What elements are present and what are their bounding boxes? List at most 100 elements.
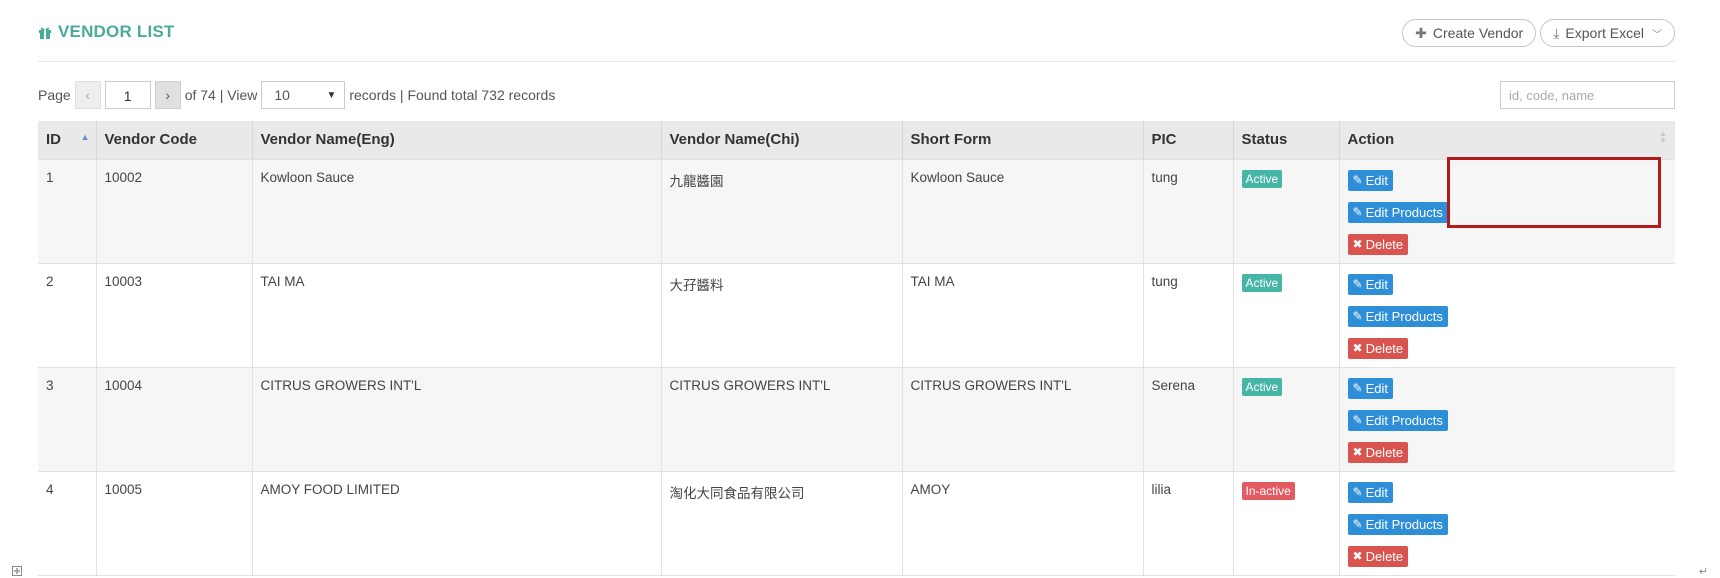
column-header-short-form[interactable]: Short Form (901, 121, 1143, 159)
chevron-down-icon: ﹀ (1652, 29, 1662, 41)
cell-short-form: AMOY (901, 470, 1143, 576)
edit-button[interactable]: ✎ Edit (1347, 169, 1393, 191)
status-badge: Active (1241, 377, 1283, 396)
export-excel-label: Export Excel (1565, 25, 1644, 41)
pencil-icon: ✎ (1352, 277, 1363, 291)
cell-vendor-name-eng: Kowloon Sauce (251, 158, 661, 263)
cell-pic: tung (1142, 262, 1233, 367)
table-header-row: ID ▲ Vendor Code Vendor Name(Eng) Vendor … (38, 121, 1675, 159)
prev-page-button[interactable]: ‹ (74, 81, 101, 109)
chevron-left-icon: ‹ (85, 87, 91, 103)
column-header-status[interactable]: Status (1232, 121, 1339, 159)
cell-action: ✎ Edit ✎ Edit Products ✖ Delete (1338, 366, 1675, 471)
cell-vendor-name-chi: 九龍醬園 (660, 158, 902, 263)
column-header-action[interactable]: Action ▲ ▼ (1338, 121, 1675, 159)
column-header-id[interactable]: ID ▲ (38, 121, 96, 159)
close-icon: ✖ (1352, 549, 1363, 563)
records-summary: records | Found total 732 records (349, 87, 556, 103)
page-title: VENDOR LIST (58, 22, 175, 41)
page-header: VENDOR LIST (38, 22, 175, 42)
column-header-pic[interactable]: PIC (1142, 121, 1233, 159)
pencil-icon: ✎ (1352, 205, 1363, 219)
cell-short-form: TAI MA (901, 262, 1143, 367)
edit-products-button[interactable]: ✎ Edit Products (1347, 305, 1448, 327)
edit-products-button[interactable]: ✎ Edit Products (1347, 201, 1448, 223)
pagination-bar: Page ‹ › of 74 | View 10 ▼ records | Fou… (38, 81, 555, 109)
cell-action: ✎ Edit ✎ Edit Products ✖ Delete (1338, 470, 1675, 576)
status-badge: Active (1241, 273, 1283, 292)
table-row: 3 10004 CITRUS GROWERS INT'L CITRUS GROW… (38, 366, 1675, 471)
cell-id: 1 (38, 158, 96, 263)
cell-vendor-code: 10005 (95, 470, 252, 576)
return-arrow-icon: ↵ (1698, 566, 1708, 578)
delete-button[interactable]: ✖ Delete (1347, 337, 1409, 359)
cell-vendor-name-chi: CITRUS GROWERS INT'L (660, 366, 902, 471)
create-vendor-label: Create Vendor (1432, 25, 1524, 41)
cell-vendor-code: 10002 (95, 158, 252, 263)
cell-status: Active (1232, 262, 1339, 367)
cell-status: Active (1232, 366, 1339, 471)
pencil-icon: ✎ (1352, 309, 1363, 323)
pencil-icon: ✎ (1352, 173, 1363, 187)
cell-id: 3 (38, 366, 96, 471)
cell-id: 4 (38, 470, 96, 576)
table-row: 4 10005 AMOY FOOD LIMITED 淘化大同食品有限公司 AMO… (38, 470, 1675, 576)
pencil-icon: ✎ (1352, 413, 1363, 427)
page-size-select[interactable]: 10 ▼ (261, 81, 346, 109)
vendor-table: ID ▲ Vendor Code Vendor Name(Eng) Vendor … (38, 121, 1675, 576)
delete-button[interactable]: ✖ Delete (1347, 545, 1409, 567)
close-icon: ✖ (1352, 237, 1363, 251)
cell-short-form: CITRUS GROWERS INT'L (901, 366, 1143, 471)
table-row: 1 10002 Kowloon Sauce 九龍醬園 Kowloon Sauce… (38, 158, 1675, 263)
delete-button[interactable]: ✖ Delete (1347, 233, 1409, 255)
edit-button[interactable]: ✎ Edit (1347, 273, 1393, 295)
status-badge: Active (1241, 169, 1283, 188)
export-excel-button[interactable]: ⤓ Export Excel ﹀ (1540, 19, 1675, 47)
page-label: Page (38, 87, 71, 103)
pencil-icon: ✎ (1352, 485, 1363, 499)
cell-status: Active (1232, 158, 1339, 263)
cell-pic: tung (1142, 158, 1233, 263)
cell-vendor-code: 10003 (95, 262, 252, 367)
edit-button[interactable]: ✎ Edit (1347, 377, 1393, 399)
cell-action: ✎ Edit ✎ Edit Products ✖ Delete (1338, 262, 1675, 367)
close-icon: ✖ (1352, 341, 1363, 355)
vendor-list-page: VENDOR LIST ✚ Create Vendor ⤓ Export Exc… (0, 0, 1720, 578)
cell-id: 2 (38, 262, 96, 367)
delete-button[interactable]: ✖ Delete (1347, 441, 1409, 463)
cell-short-form: Kowloon Sauce (901, 158, 1143, 263)
next-page-button[interactable]: › (154, 81, 181, 109)
column-header-vendor-code[interactable]: Vendor Code (95, 121, 252, 159)
page-size-value: 10 (274, 87, 290, 103)
table-row: 2 10003 TAI MA 大孖醬料 TAI MA tung Active ✎… (38, 262, 1675, 367)
cell-pic: Serena (1142, 366, 1233, 471)
cell-vendor-code: 10004 (95, 366, 252, 471)
sort-asc-icon: ▲ (80, 132, 90, 142)
close-icon: ✖ (1352, 445, 1363, 459)
cell-vendor-name-eng: AMOY FOOD LIMITED (251, 470, 661, 576)
download-icon: ⤓ (1553, 24, 1560, 41)
edit-products-button[interactable]: ✎ Edit Products (1347, 513, 1448, 535)
cell-vendor-name-chi: 大孖醬料 (660, 262, 902, 367)
cell-vendor-name-eng: CITRUS GROWERS INT'L (251, 366, 661, 471)
pencil-icon: ✎ (1352, 517, 1363, 531)
cell-status: In-active (1232, 470, 1339, 576)
header-divider (38, 61, 1675, 62)
move-handle-icon[interactable]: ✛ (12, 566, 22, 576)
pencil-icon: ✎ (1352, 381, 1363, 395)
page-number-input[interactable] (104, 81, 151, 109)
column-header-vendor-name-eng[interactable]: Vendor Name(Eng) (251, 121, 661, 159)
search-input[interactable] (1500, 81, 1675, 109)
column-header-vendor-name-chi[interactable]: Vendor Name(Chi) (660, 121, 902, 159)
cell-pic: lilia (1142, 470, 1233, 576)
gift-icon (39, 27, 51, 39)
page-count-text: of 74 | View (184, 87, 258, 103)
header-actions: ✚ Create Vendor ⤓ Export Excel ﹀ (1402, 19, 1675, 47)
create-vendor-button[interactable]: ✚ Create Vendor (1402, 19, 1537, 47)
annotation-highlight-box (1447, 157, 1661, 228)
chevron-right-icon: › (165, 87, 171, 103)
edit-products-button[interactable]: ✎ Edit Products (1347, 409, 1448, 431)
caret-down-icon: ▼ (326, 89, 337, 101)
edit-button[interactable]: ✎ Edit (1347, 481, 1393, 503)
status-badge: In-active (1241, 481, 1295, 500)
